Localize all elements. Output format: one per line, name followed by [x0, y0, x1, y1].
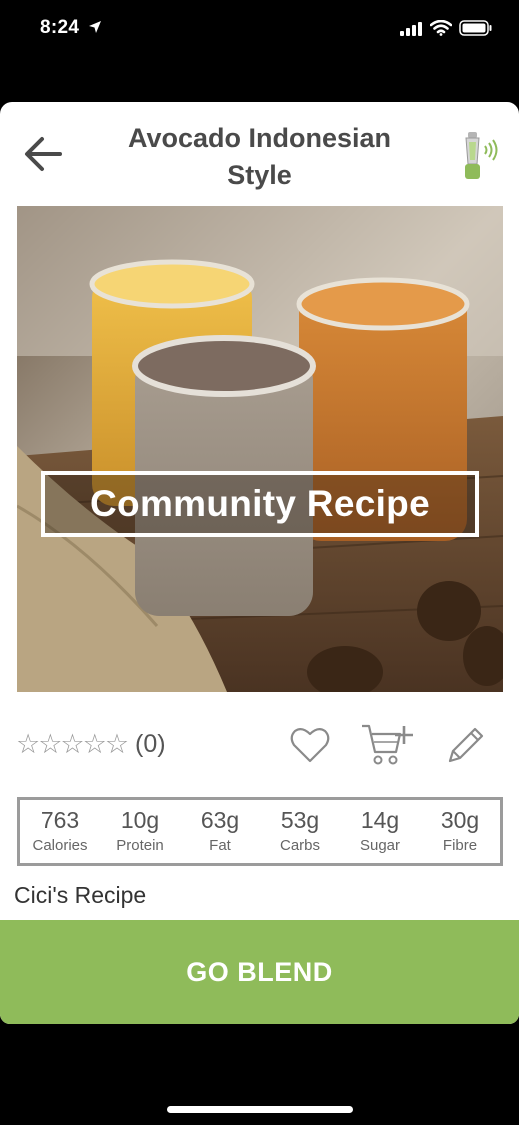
- nutrition-panel: 763 Calories 10g Protein 63g Fat 53g Car…: [17, 797, 503, 866]
- community-recipe-banner: Community Recipe: [41, 471, 479, 537]
- edit-button[interactable]: [444, 723, 488, 767]
- add-to-cart-button[interactable]: [360, 722, 414, 768]
- back-button[interactable]: [22, 134, 66, 174]
- blender-connect-button[interactable]: [462, 130, 502, 182]
- recipe-title: Avocado Indonesian Style: [127, 123, 392, 190]
- favorite-button[interactable]: [289, 724, 331, 766]
- recipe-card: Avocado Indonesian Style Community Recip…: [0, 102, 519, 1024]
- nutrition-label: Sugar: [359, 837, 401, 854]
- go-blend-button[interactable]: GO BLEND: [0, 920, 519, 1024]
- nutrition-label: Protein: [116, 837, 164, 854]
- signal-icon: [400, 22, 424, 41]
- pencil-icon: [448, 727, 484, 763]
- nutrition-value: 63g: [200, 807, 240, 833]
- wifi-icon: [429, 19, 453, 41]
- blender-bluetooth-icon: [465, 132, 498, 179]
- nutrition-value: 763: [40, 807, 80, 833]
- home-indicator[interactable]: [167, 1106, 353, 1113]
- back-arrow-icon: [25, 137, 62, 171]
- nutrition-label: Carbs: [279, 837, 320, 854]
- nutrition-label: Calories: [32, 837, 88, 854]
- nutrition-value: 30g: [440, 807, 480, 833]
- nutrition-carbs: 53g Carbs: [260, 800, 340, 863]
- status-time: 8:24: [40, 17, 80, 38]
- nutrition-fibre: 30g Fibre: [420, 800, 500, 863]
- nutrition-protein: 10g Protein: [100, 800, 180, 863]
- rating[interactable]: ☆☆☆☆☆ (0): [16, 724, 166, 764]
- rating-count: (0): [135, 729, 166, 758]
- nutrition-sugar: 14g Sugar: [340, 800, 420, 863]
- recipe-photo: Community Recipe: [17, 206, 503, 692]
- nutrition-value: 14g: [360, 807, 400, 833]
- nutrition-label: Fibre: [442, 837, 478, 854]
- nutrition-label: Fat: [209, 837, 231, 854]
- battery-icon: [459, 20, 493, 41]
- nutrition-calories: 763 Calories: [20, 800, 100, 863]
- cart-add-icon: [362, 724, 413, 765]
- nutrition-fat: 63g Fat: [180, 800, 260, 863]
- location-arrow-icon: [88, 20, 102, 39]
- recipe-author: Cici's Recipe: [14, 882, 147, 908]
- nutrition-value: 53g: [280, 807, 320, 833]
- heart-icon: [290, 727, 330, 763]
- star-rating-icon: ☆☆☆☆☆: [16, 728, 129, 760]
- nutrition-value: 10g: [120, 807, 160, 833]
- status-bar: 8:24: [0, 0, 519, 60]
